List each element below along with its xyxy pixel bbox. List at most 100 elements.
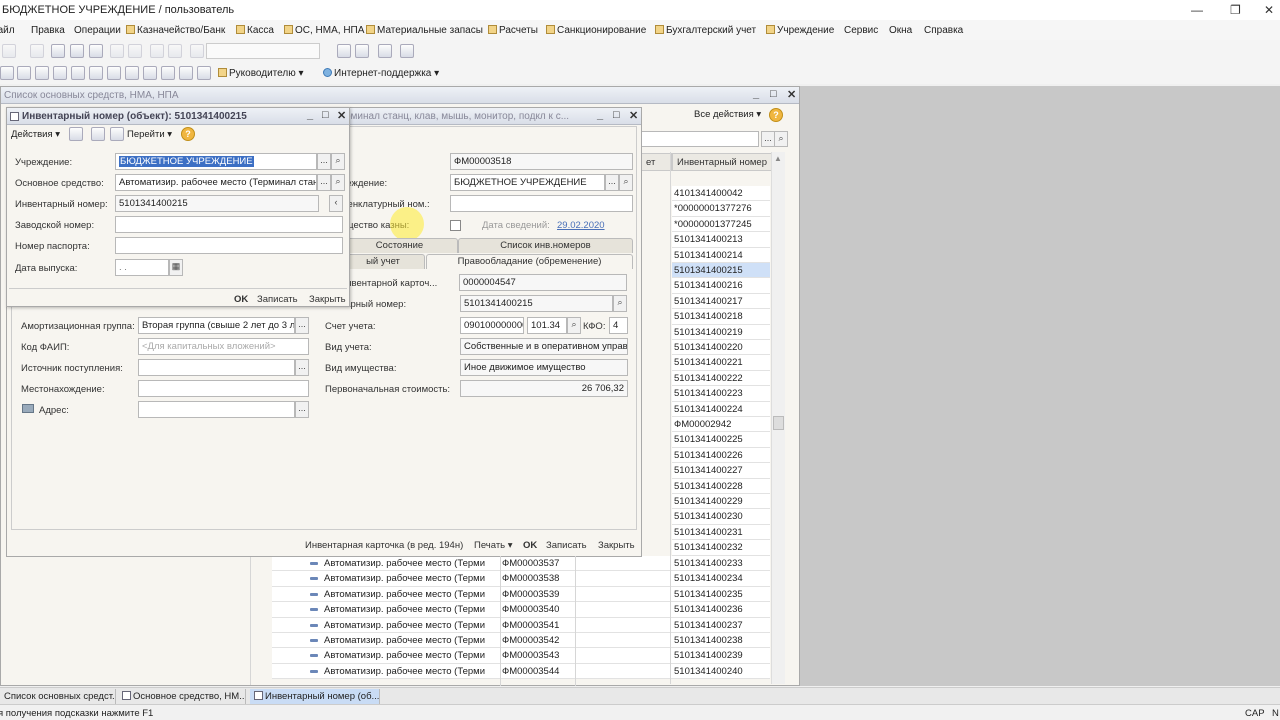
inv-org-field[interactable]: БЮДЖЕТНОЕ УЧРЕЖДЕНИЕ [115, 153, 317, 170]
asset-close-button[interactable]: Закрыть [598, 540, 635, 551]
table-row[interactable]: Автоматизир. рабочее место (Терми ФМ00003… [272, 586, 770, 603]
table-row[interactable]: 5101341400222 [672, 370, 770, 387]
amort-group-select-icon[interactable]: ... [295, 317, 309, 334]
inv-asset-open-icon[interactable]: ⌕ [331, 174, 345, 191]
org-field[interactable]: БЮДЖЕТНОЕ УЧРЕЖДЕНИЕ [450, 174, 605, 191]
inv-maximize-icon[interactable]: □ [322, 109, 329, 121]
menu-windows[interactable]: Окна [889, 25, 912, 36]
account-field-2[interactable]: 101.34 [527, 317, 567, 334]
table-row[interactable]: 5101341400227 [672, 463, 770, 479]
director-button[interactable]: Руководителю ▾ [218, 68, 304, 79]
treasury-property-checkbox[interactable] [450, 220, 461, 231]
address-field[interactable] [138, 401, 295, 418]
find-next-icon[interactable] [337, 44, 351, 58]
scroll-thumb[interactable] [773, 416, 784, 430]
menu-cash[interactable]: Касса [236, 25, 274, 36]
doc3-icon[interactable] [53, 66, 67, 80]
doc8-icon[interactable] [143, 66, 157, 80]
asset-ok-button[interactable]: OK [523, 540, 537, 551]
column-inventory-header[interactable]: Инвентарный номер [672, 153, 772, 171]
list-search-dots-icon[interactable]: ... [761, 131, 775, 147]
table-row[interactable]: 5101341400224 [672, 401, 770, 417]
list-search-field[interactable] [641, 131, 759, 147]
table-row[interactable]: Автоматизир. рабочее место (Терми ФМ00003… [272, 556, 770, 572]
table-row[interactable]: Автоматизир. рабочее место (Терми ФМ00003… [272, 648, 770, 664]
cost-field[interactable]: 26 706,32 [460, 380, 628, 397]
doc9-icon[interactable] [161, 66, 175, 80]
table-row[interactable]: Автоматизир. рабочее место (Терми ФМ00003… [272, 663, 770, 680]
table-row[interactable]: 5101341400214 [672, 247, 770, 263]
cut-icon[interactable] [51, 44, 65, 58]
internet-support-button[interactable]: Интернет-поддержка ▾ [323, 68, 439, 79]
find-prev-icon[interactable] [355, 44, 369, 58]
table-row[interactable]: Автоматизир. рабочее место (Терми ФМ00003… [272, 617, 770, 633]
column-account-header[interactable]: ет [641, 153, 672, 171]
prop-type-field[interactable]: Иное движимое имущество [460, 359, 628, 376]
print-menu-button[interactable]: Печать ▾ [474, 540, 513, 551]
table-row[interactable]: 5101341400218 [672, 309, 770, 325]
menu-accounting[interactable]: Бухгалтерский учет [655, 25, 756, 36]
inv-number-back-icon[interactable]: ‹ [329, 195, 343, 212]
inv-org-open-icon[interactable]: ⌕ [331, 153, 345, 170]
close-icon[interactable]: ✕ [1264, 3, 1274, 17]
table-row[interactable]: ФМ00002942 [672, 417, 770, 433]
asset-close-icon[interactable]: ✕ [629, 109, 638, 122]
passport-field[interactable] [115, 237, 343, 254]
org-open-icon[interactable]: ⌕ [619, 174, 633, 191]
all-actions-button[interactable]: Все действия ▾ [694, 109, 761, 120]
info-date-link[interactable]: 29.02.2020 [557, 220, 605, 231]
list-search-icon[interactable]: ⌕ [774, 131, 788, 147]
task-assets-list[interactable]: Список основных средст... [0, 689, 116, 704]
report-icon[interactable] [197, 66, 211, 80]
doc10-icon[interactable] [179, 66, 193, 80]
windows-icon[interactable] [378, 44, 392, 58]
goto-button[interactable]: Перейти ▾ [127, 129, 172, 140]
tab-state[interactable]: Состояние [341, 238, 458, 253]
amort-group-field[interactable]: Вторая группа (свыше 2 лет до 3 лет) [138, 317, 295, 334]
asset-minimize-icon[interactable]: _ [597, 109, 603, 121]
address-select-icon[interactable]: ... [295, 401, 309, 418]
table-row[interactable]: 5101341400231 [672, 524, 770, 541]
table-row[interactable]: 5101341400221 [672, 355, 770, 371]
post-icon[interactable] [69, 127, 83, 141]
inv-minimize-icon[interactable]: _ [307, 109, 313, 121]
inv-close-icon[interactable]: ✕ [337, 109, 346, 122]
table-row[interactable]: 5101341400219 [672, 324, 770, 340]
doc5-icon[interactable] [89, 66, 103, 80]
inv-number-field[interactable]: 5101341400215 [460, 295, 613, 312]
source-select-icon[interactable]: ... [295, 359, 309, 376]
table-row[interactable]: 5101341400225 [672, 432, 770, 448]
list-scrollbar[interactable]: ▲ [771, 152, 785, 684]
info-icon[interactable] [400, 44, 414, 58]
search-input[interactable] [206, 43, 320, 59]
list-maximize-icon[interactable]: □ [770, 88, 777, 100]
table-row[interactable]: 5101341400220 [672, 340, 770, 356]
calendar-icon[interactable]: ▦ [169, 259, 183, 276]
inv-org-select-icon[interactable]: ... [317, 153, 331, 170]
inv-number-value-field[interactable]: 5101341400215 [115, 195, 319, 212]
release-date-field[interactable]: . . [115, 259, 169, 276]
menu-service[interactable]: Сервис [844, 25, 878, 36]
table-row[interactable]: 5101341400217 [672, 293, 770, 310]
inv-actions-button[interactable]: Действия ▾ [11, 129, 60, 140]
account-field-1[interactable]: 0901000000000 [460, 317, 524, 334]
table-row[interactable]: 5101341400232 [672, 540, 770, 556]
inv-help-icon[interactable]: ? [181, 127, 195, 141]
menu-materials[interactable]: Материальные запасы [366, 25, 483, 36]
doc-icon[interactable] [17, 66, 31, 80]
save-icon[interactable] [30, 44, 44, 58]
inv-card-field[interactable]: 0000004547 [459, 274, 627, 291]
table-row[interactable]: Автоматизир. рабочее место (Терми ФМ00003… [272, 633, 770, 649]
task-fixed-asset[interactable]: Основное средство, НМ... [118, 689, 246, 704]
menu-help[interactable]: Справка [924, 25, 963, 36]
inv-ok-button[interactable]: OK [234, 294, 248, 305]
acc-type-field[interactable]: Собственные и в оперативном управлении [460, 338, 628, 355]
menu-edit[interactable]: Правка [31, 25, 65, 36]
doc6-icon[interactable] [107, 66, 121, 80]
minimize-icon[interactable]: — [1191, 3, 1203, 17]
inv-close-button[interactable]: Закрыть [309, 294, 346, 305]
table-row[interactable]: Автоматизир. рабочее место (Терми ФМ00003… [272, 571, 770, 587]
table-row[interactable]: *00000001377276 [672, 201, 770, 217]
tab-inv-list[interactable]: Список инв.номеров [458, 238, 633, 253]
doc2-icon[interactable] [35, 66, 49, 80]
